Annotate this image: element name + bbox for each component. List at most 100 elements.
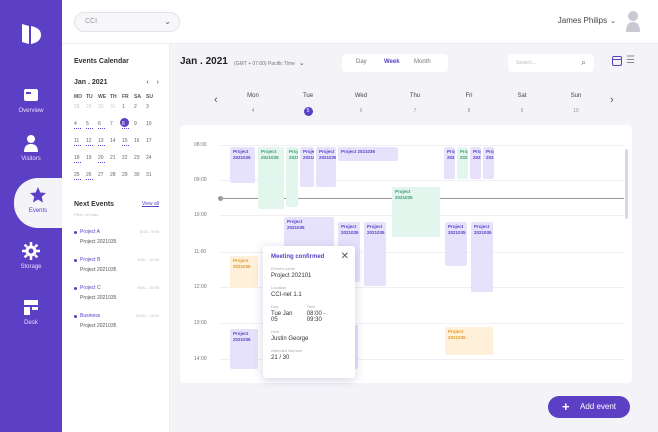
day-header-fri[interactable]: Fri 8 [444, 93, 494, 117]
grid-scrollbar[interactable] [625, 149, 628, 219]
calendar-event[interactable]: Project2021035 [445, 222, 467, 266]
mini-calendar-day[interactable]: 22 [122, 155, 134, 168]
calendar-event[interactable]: Project 2021035 [338, 147, 398, 161]
add-event-button[interactable]: + Add event [548, 396, 630, 418]
hour-label: 14:00 [194, 356, 207, 362]
mini-next-month-button[interactable]: › [157, 79, 159, 86]
day-header-mon[interactable]: Mon 4 [228, 93, 278, 117]
nav-desk[interactable]: Desk [0, 298, 62, 348]
view-month-tab[interactable]: Month [414, 59, 431, 65]
view-all-link[interactable]: View all [142, 201, 159, 208]
event-code: 2021035 [287, 225, 305, 230]
timezone-select[interactable]: (GMT + 07:00) Pacific Time ⌄ [234, 59, 305, 67]
nav-events[interactable]: Events [14, 178, 62, 228]
workspace-select[interactable]: CCI ⌄ [74, 12, 180, 32]
user-menu[interactable]: James Philips ⌄ [558, 16, 616, 25]
mini-calendar-day[interactable]: 1 [122, 104, 134, 117]
mini-calendar-day[interactable]: 10 [146, 121, 158, 134]
prev-week-button[interactable]: ‹ [214, 94, 218, 106]
panel-title: Events Calendar [74, 58, 129, 65]
calendar-event[interactable]: Project2021035 [300, 147, 314, 187]
calendar-event[interactable]: Project2021035 [258, 147, 284, 209]
next-event-item[interactable]: Project A 8:00 - 9:00 Project 2021035 [74, 229, 159, 245]
calendar-event[interactable]: Project2021035 [470, 147, 481, 179]
mini-calendar-day[interactable]: 3 [146, 104, 158, 117]
mini-calendar-day[interactable]: 5 [86, 121, 98, 134]
calendar-header: Jan . 2021 (GMT + 07:00) Pacific Time ⌄ D… [170, 44, 658, 80]
add-event-label: Add event [580, 402, 617, 411]
mini-calendar-day[interactable]: 6 [98, 121, 110, 134]
calendar-view-icon[interactable] [612, 56, 622, 66]
mini-calendar-day[interactable]: 18 [74, 155, 86, 168]
mini-calendar-day[interactable]: 16 [134, 138, 146, 151]
calendar-event[interactable]: Project2021035 [286, 147, 298, 207]
next-event-item[interactable]: Project B 8:00 - 10:00 Project 2021035 [74, 257, 159, 273]
calendar-event[interactable]: Project2021035 [483, 147, 494, 179]
mini-calendar-day[interactable]: 26 [86, 172, 98, 185]
nav-visitors[interactable]: Visitors [0, 134, 62, 184]
mini-calendar-day[interactable]: 14 [110, 138, 122, 151]
mini-calendar-day[interactable]: 15 [122, 138, 134, 151]
event-marker [98, 145, 105, 146]
mini-calendar-day[interactable]: 20 [98, 155, 110, 168]
calendar-event[interactable]: Project2021035 [444, 147, 455, 179]
next-week-button[interactable]: › [610, 94, 614, 106]
hour-label: 13:00 [194, 320, 207, 326]
nav-overview[interactable]: Overview [0, 86, 62, 136]
mini-calendar-day[interactable]: 29 [122, 172, 134, 185]
search-input[interactable]: Search... ⌕ [508, 54, 594, 72]
avatar[interactable] [626, 10, 640, 32]
calendar-event[interactable]: Project2021035 [392, 187, 440, 237]
nav-storage[interactable]: Storage [0, 242, 62, 292]
view-week-tab[interactable]: Week [384, 59, 400, 65]
mini-calendar-day[interactable]: 13 [98, 138, 110, 151]
chevron-down-icon: ⌄ [610, 18, 616, 25]
day-label: Day [271, 304, 279, 309]
mini-calendar-day[interactable]: 23 [134, 155, 146, 168]
calendar-event[interactable]: Project2021035 [457, 147, 468, 179]
mini-calendar-day[interactable]: 12 [86, 138, 98, 151]
mini-calendar-day[interactable]: 29 [86, 104, 98, 117]
next-event-item[interactable]: Business 10:00 - 11:00 Project 2021035 [74, 313, 159, 329]
mini-calendar-day[interactable]: 28 [74, 104, 86, 117]
mini-calendar-day[interactable]: 4 [74, 121, 86, 134]
mini-calendar-day[interactable]: 2 [134, 104, 146, 117]
day-header-tue[interactable]: Tue 5 [283, 93, 333, 117]
next-events-header: Next Events View all [74, 201, 159, 208]
mini-calendar-day[interactable]: 24 [146, 155, 158, 168]
mini-calendar-day-number: 6 [98, 121, 101, 127]
mini-calendar-day[interactable]: 17 [146, 138, 158, 151]
mini-calendar-day[interactable]: 21 [110, 155, 122, 168]
close-icon[interactable]: ✕ [341, 251, 349, 262]
mini-calendar-day[interactable]: 27 [98, 172, 110, 185]
calendar-event[interactable]: Project2021035 [471, 222, 493, 292]
calendar-event[interactable]: Project2021035 [364, 222, 386, 286]
mini-calendar-day[interactable]: 11 [74, 138, 86, 151]
mini-calendar-day[interactable]: 9 [134, 121, 146, 134]
event-marker [122, 145, 129, 146]
mini-prev-month-button[interactable]: ‹ [146, 79, 148, 86]
mini-calendar-day[interactable]: 8 [120, 118, 134, 134]
next-event-item[interactable]: Project C 8:00 - 10:00 Project 2021035 [74, 285, 159, 301]
day-header-sun[interactable]: Sun 10 [551, 93, 601, 117]
day-header-sat[interactable]: Sat 9 [497, 93, 547, 117]
mini-calendar-day[interactable]: 25 [74, 172, 86, 185]
hour-label: 09:00 [194, 177, 207, 183]
day-header-thu[interactable]: Thu 7 [390, 93, 440, 117]
search-icon[interactable]: ⌕ [581, 57, 586, 68]
mini-calendar-day[interactable]: 19 [86, 155, 98, 168]
mini-calendar-day[interactable]: 31 [110, 104, 122, 117]
view-day-tab[interactable]: Day [356, 59, 367, 65]
calendar-event[interactable]: Project2021035 [445, 327, 493, 355]
mini-calendar-day[interactable]: 30 [98, 104, 110, 117]
event-code: 2021035 [473, 155, 481, 160]
mini-calendar-day[interactable]: 28 [110, 172, 122, 185]
calendar-event[interactable]: Project2021035 [230, 329, 258, 369]
mini-calendar-day[interactable]: 31 [146, 172, 158, 185]
day-header-wed[interactable]: Wed 6 [336, 93, 386, 117]
list-view-icon[interactable]: ☰ [626, 55, 635, 66]
mini-calendar-day[interactable]: 30 [134, 172, 146, 185]
calendar-event[interactable]: Project2021035 [316, 147, 336, 187]
calendar-event[interactable]: Project2021035 [230, 147, 255, 183]
calendar-event[interactable]: Project2021035 [230, 256, 258, 288]
